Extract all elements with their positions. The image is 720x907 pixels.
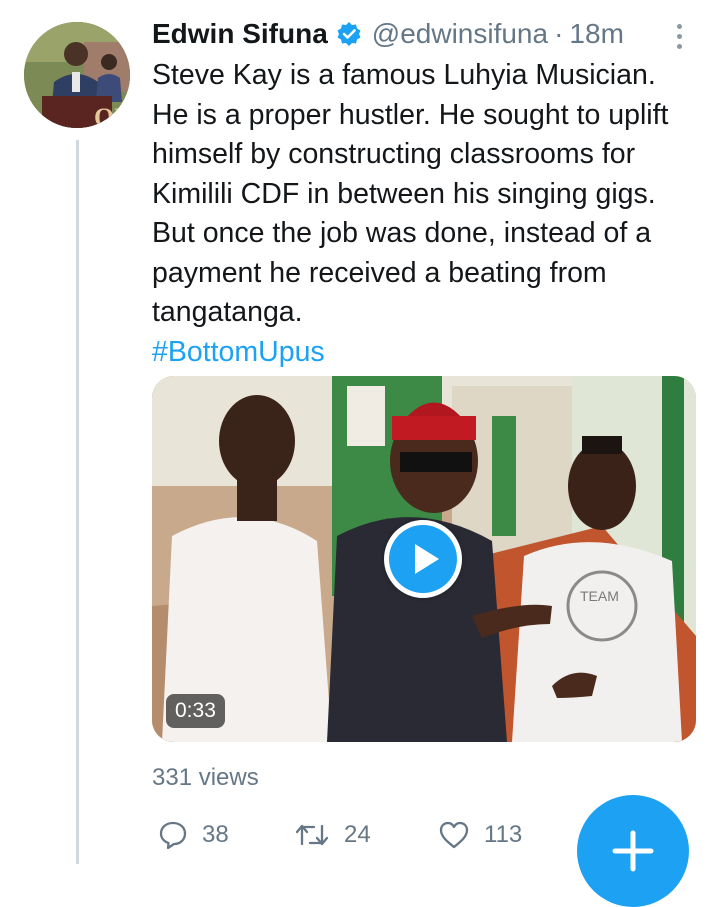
like-count: 113 [484, 821, 523, 848]
separator-dot: · [554, 18, 564, 49]
plus-icon [612, 830, 654, 872]
avatar[interactable]: OD [24, 22, 130, 128]
tweet-body: Edwin Sifuna @edwinsifuna · 18m Steve Ka… [152, 14, 697, 372]
reply-button[interactable]: 38 [158, 815, 229, 855]
tweet-actions: 38 24 113 [152, 815, 572, 855]
retweet-icon [295, 824, 329, 846]
retweet-count: 24 [344, 821, 371, 848]
reply-count: 38 [202, 821, 229, 848]
avatar-logo-text: OD [94, 103, 130, 128]
play-icon [415, 544, 439, 574]
avatar-photo: OD [24, 22, 130, 128]
more-vertical-icon[interactable] [674, 24, 684, 54]
compose-tweet-button[interactable] [577, 795, 689, 907]
tweet-text: Steve Kay is a famous Luhyia Musician. H… [152, 59, 669, 328]
video-player[interactable]: TEAM 0:33 [152, 376, 696, 742]
verified-badge-icon [336, 21, 362, 47]
retweet-button[interactable]: 24 [294, 815, 371, 855]
heart-icon [439, 821, 469, 849]
video-duration: 0:33 [166, 694, 225, 728]
tweet-header: Edwin Sifuna @edwinsifuna · 18m [152, 14, 697, 54]
shirt-text: TEAM [580, 588, 619, 604]
author-handle[interactable]: @edwinsifuna [372, 18, 548, 50]
play-button[interactable] [384, 520, 462, 598]
hashtag-link[interactable]: #BottomUpus [152, 333, 697, 373]
thread-line [76, 140, 79, 864]
tweet-timestamp[interactable]: 18m [569, 18, 623, 50]
view-count: 331 views [152, 764, 259, 791]
author-name[interactable]: Edwin Sifuna [152, 18, 328, 50]
like-button[interactable]: 113 [438, 815, 522, 855]
reply-icon [159, 821, 187, 850]
